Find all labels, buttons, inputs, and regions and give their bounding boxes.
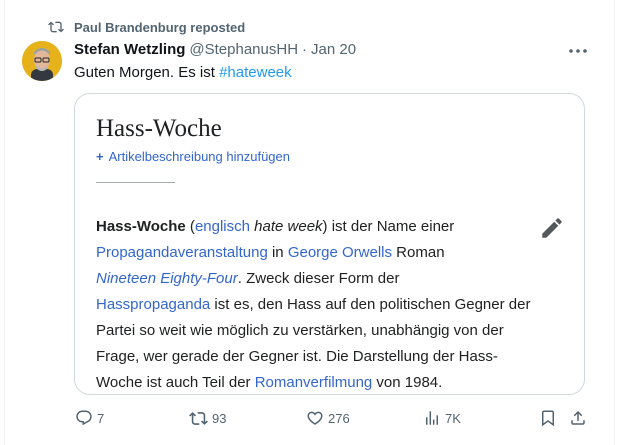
like-count: 276: [328, 410, 350, 426]
views-button[interactable]: 7K: [423, 409, 461, 427]
more-options-button[interactable]: [567, 44, 589, 58]
plus-icon: +: [96, 149, 104, 164]
tweet-text: Guten Morgen. Es ist #hateweek: [74, 64, 292, 81]
wiki-text: hate week: [254, 218, 323, 235]
wiki-text-line: Nineteen Eighty-Four. Zweck dieser Form …: [96, 266, 536, 292]
repost-count: 93: [212, 411, 227, 426]
wiki-link: Nineteen Eighty-Four: [96, 270, 238, 287]
repost-action-icon: [189, 412, 208, 425]
tweet-date[interactable]: Jan 20: [311, 41, 356, 58]
wiki-text: . Zweck dieser Form der: [237, 270, 400, 287]
wiki-text: Woche ist auch Teil der: [96, 374, 255, 391]
wiki-article-text: Hass-Woche (englisch hate week) ist der …: [96, 214, 536, 394]
wiki-text: ) ist der Name einer: [322, 218, 455, 235]
wiki-text-line: Hass-Woche (englisch hate week) ist der …: [96, 214, 536, 240]
reply-button[interactable]: 7: [75, 409, 104, 427]
wiki-text-line: Partei so weit wie möglich zu verstärken…: [96, 318, 536, 344]
add-description-link: + Artikelbeschreibung hinzufügen: [96, 149, 290, 164]
reply-icon: [76, 410, 92, 426]
like-button[interactable]: 276: [306, 409, 350, 427]
wiki-text-line: Frage, wer gerade der Gegner ist. Die Da…: [96, 344, 536, 370]
wiki-text: ist es, den Hass auf den politischen Geg…: [210, 296, 531, 313]
analytics-icon: [426, 411, 438, 425]
wiki-link: Romanverfilmung: [254, 374, 373, 391]
repost-label[interactable]: Paul Brandenburg reposted: [74, 20, 245, 35]
author-handle[interactable]: @StephanusHH: [189, 41, 298, 58]
timeline-border-left: [4, 0, 5, 445]
wiki-text: Roman: [392, 244, 445, 261]
heart-icon: [307, 411, 323, 425]
author-name[interactable]: Stefan Wetzling: [74, 41, 185, 58]
hashtag-link[interactable]: #hateweek: [219, 64, 292, 81]
bookmark-icon: [542, 410, 554, 427]
edit-pencil-icon: [539, 215, 565, 246]
wiki-article-title: Hass-Woche: [96, 115, 222, 142]
views-count: 7K: [445, 410, 461, 426]
bookmark-button[interactable]: [539, 409, 561, 427]
header-separator: ·: [302, 41, 308, 58]
wiki-text-line: Hasspropaganda ist es, den Hass auf den …: [96, 292, 536, 318]
tweet-header: Stefan Wetzling @StephanusHH · Jan 20: [74, 41, 356, 58]
share-icon: [571, 410, 585, 425]
wiki-link: Hasspropaganda: [96, 296, 211, 313]
wiki-text-line: Propagandaveranstaltung in George Orwell…: [96, 240, 536, 266]
wiki-link: George Orwells: [287, 244, 393, 261]
timeline-border-right: [614, 0, 615, 445]
title-divider: [96, 182, 175, 183]
avatar-image: [22, 41, 62, 81]
wiki-link: englisch: [194, 218, 250, 235]
add-description-label: Artikelbeschreibung hinzufügen: [108, 149, 290, 164]
more-icon: [569, 49, 587, 53]
reply-count: 7: [97, 410, 105, 426]
tweet-body: Guten Morgen. Es ist: [74, 64, 220, 81]
wiki-text-line: Woche ist auch Teil der Romanverfilmung …: [96, 370, 536, 394]
wiki-text: von 1984.: [372, 374, 443, 391]
repost-icon: [48, 21, 64, 33]
wiki-text: Partei so weit wie möglich zu verstärken…: [96, 322, 504, 339]
repost-button[interactable]: 93: [189, 409, 226, 428]
attached-image-card[interactable]: Hass-Woche + Artikelbeschreibung hinzufüg…: [74, 93, 585, 395]
wiki-link: Propagandaveranstaltung: [96, 244, 268, 261]
wiki-text: Hass-Woche: [96, 218, 186, 235]
repost-context: Paul Brandenburg reposted: [48, 19, 245, 35]
avatar[interactable]: [22, 41, 62, 81]
wiki-text: (: [185, 218, 195, 235]
share-button[interactable]: [569, 409, 591, 427]
wiki-text: Frage, wer gerade der Gegner ist. Die Da…: [96, 348, 498, 365]
wiki-text: in: [267, 244, 288, 261]
